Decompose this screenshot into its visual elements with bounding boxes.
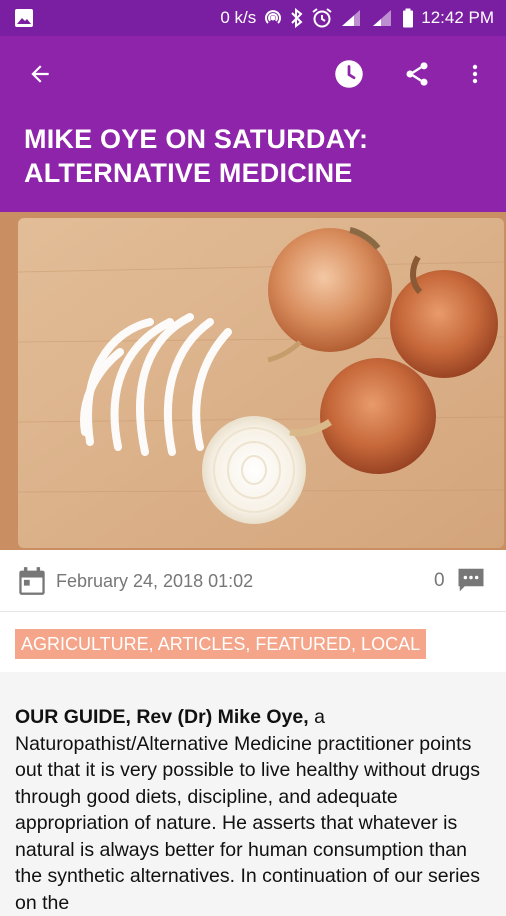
share-icon (406, 62, 428, 86)
status-bar: 0 k/s 12:42 PM (0, 0, 506, 36)
app-bar: MIKE OYE ON SATURDAY: ALTERNATIVE MEDICI… (0, 36, 506, 212)
bluetooth-icon (291, 8, 303, 28)
history-button[interactable] (331, 56, 367, 92)
battery-icon (403, 8, 414, 28)
calendar-icon (19, 567, 45, 595)
clock-icon (335, 60, 363, 88)
more-vert-icon (472, 64, 478, 84)
article-text: a Naturopathist/Alternative Medicine pra… (15, 706, 481, 914)
tags-area: AGRICULTURE, ARTICLES, FEATURED, LOCAL (0, 612, 506, 672)
status-right: 0 k/s 12:42 PM (220, 7, 494, 29)
clock: 12:42 PM (421, 8, 494, 27)
arrow-back-icon (31, 65, 49, 83)
article-body: OUR GUIDE, Rev (Dr) Mike Oye, a Naturopa… (0, 672, 506, 914)
comment-icon[interactable] (455, 565, 487, 595)
share-button[interactable] (399, 56, 435, 92)
back-button[interactable] (22, 56, 58, 92)
status-left (14, 8, 34, 28)
hero-image (0, 212, 506, 550)
alarm-icon (312, 8, 332, 28)
more-options-button[interactable] (457, 56, 493, 92)
image-notification-icon (15, 9, 33, 27)
publish-date: February 24, 2018 01:02 (56, 571, 254, 591)
article-lead: OUR GUIDE, Rev (Dr) Mike Oye, (15, 706, 309, 728)
hotspot-icon (265, 10, 282, 24)
onions-photo (0, 212, 506, 550)
comment-count: 0 (434, 570, 445, 591)
category-tags[interactable]: AGRICULTURE, ARTICLES, FEATURED, LOCAL (15, 629, 427, 659)
article-title: MIKE OYE ON SATURDAY: ALTERNATIVE MEDICI… (24, 124, 369, 188)
network-speed: 0 k/s (220, 8, 257, 27)
signal-icon-2 (373, 10, 392, 26)
signal-icon-1 (342, 10, 361, 26)
article-meta: February 24, 2018 01:02 0 (0, 550, 506, 612)
